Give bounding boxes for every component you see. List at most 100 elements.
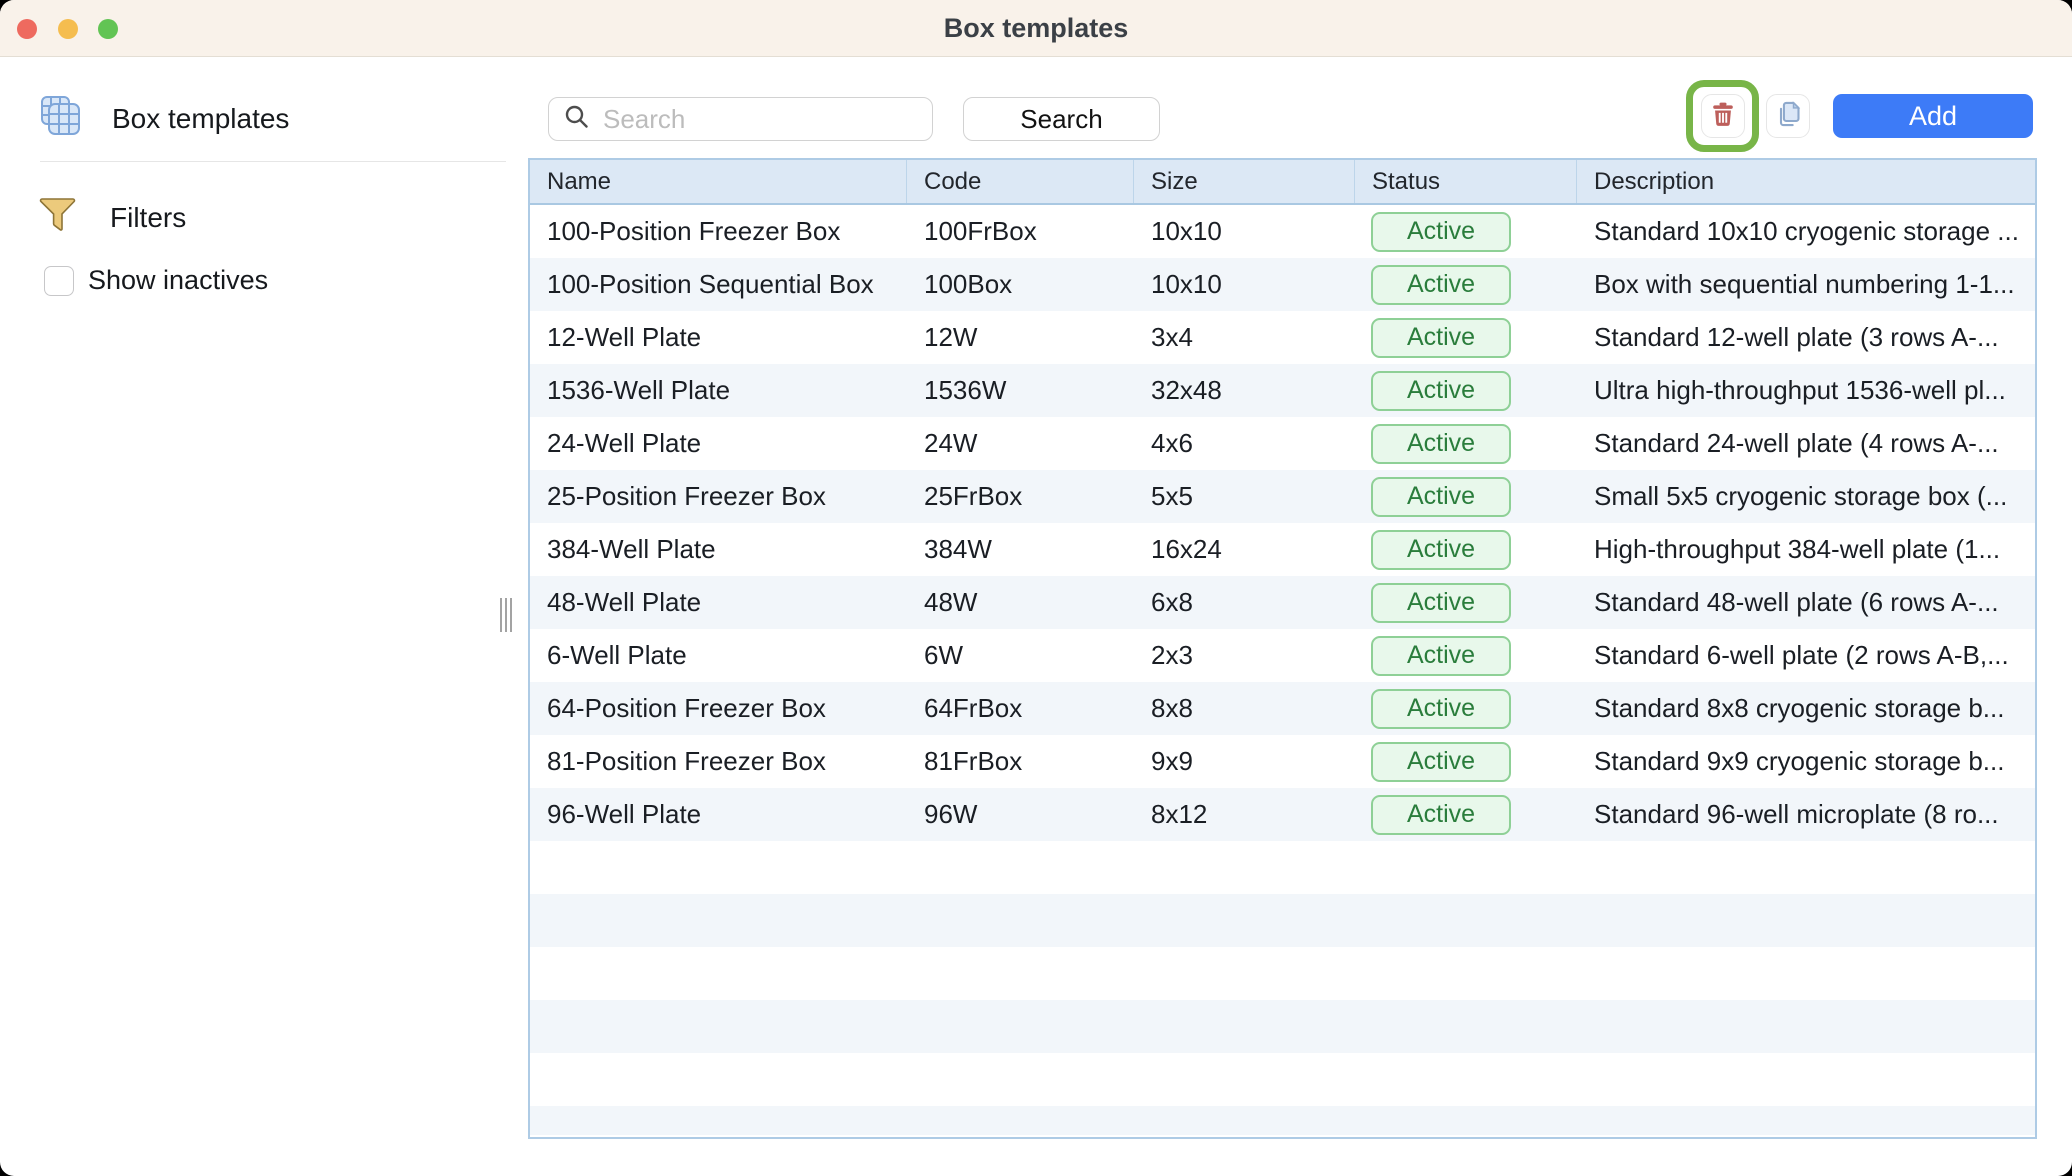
cell-name: 1536-Well Plate xyxy=(530,375,907,406)
column-header-description[interactable]: Description xyxy=(1577,160,2035,203)
cell-code: 12W xyxy=(907,322,1134,353)
status-badge: Active xyxy=(1371,424,1511,464)
cell-description: Standard 6-well plate (2 rows A-B,... xyxy=(1577,640,2035,671)
cell-code: 100FrBox xyxy=(907,216,1134,247)
table-row[interactable]: 25-Position Freezer Box 25FrBox 5x5 Acti… xyxy=(530,470,2035,523)
table-row[interactable]: 64-Position Freezer Box 64FrBox 8x8 Acti… xyxy=(530,682,2035,735)
status-badge: Active xyxy=(1371,530,1511,570)
cell-code: 48W xyxy=(907,587,1134,618)
cell-status: Active xyxy=(1355,265,1577,305)
cell-description: Small 5x5 cryogenic storage box (... xyxy=(1577,481,2035,512)
app-window: Box templates Box templates xyxy=(0,0,2072,1176)
cell-code: 100Box xyxy=(907,269,1134,300)
box-grid-icon xyxy=(40,95,82,142)
table-row[interactable]: 100-Position Sequential Box 100Box 10x10… xyxy=(530,258,2035,311)
table-row[interactable]: 12-Well Plate 12W 3x4 Active Standard 12… xyxy=(530,311,2035,364)
status-badge: Active xyxy=(1371,636,1511,676)
table-row[interactable]: 100-Position Freezer Box 100FrBox 10x10 … xyxy=(530,205,2035,258)
cell-size: 3x4 xyxy=(1134,322,1355,353)
cell-name: 24-Well Plate xyxy=(530,428,907,459)
cell-description: High-throughput 384-well plate (1... xyxy=(1577,534,2035,565)
cell-name: 64-Position Freezer Box xyxy=(530,693,907,724)
cell-status: Active xyxy=(1355,689,1577,729)
status-badge: Active xyxy=(1371,477,1511,517)
cell-size: 2x3 xyxy=(1134,640,1355,671)
search-button[interactable]: Search xyxy=(963,97,1160,141)
cell-description: Ultra high-throughput 1536-well pl... xyxy=(1577,375,2035,406)
cell-status: Active xyxy=(1355,477,1577,517)
titlebar: Box templates xyxy=(0,0,2072,57)
cell-description: Standard 24-well plate (4 rows A-... xyxy=(1577,428,2035,459)
status-badge: Active xyxy=(1371,583,1511,623)
cell-size: 8x12 xyxy=(1134,799,1355,830)
table-row[interactable]: 81-Position Freezer Box 81FrBox 9x9 Acti… xyxy=(530,735,2035,788)
cell-status: Active xyxy=(1355,371,1577,411)
table-row[interactable]: 6-Well Plate 6W 2x3 Active Standard 6-we… xyxy=(530,629,2035,682)
templates-table: Name Code Size Status Description 100-Po… xyxy=(528,158,2037,1139)
search-input[interactable]: Search xyxy=(548,97,933,141)
status-badge: Active xyxy=(1371,212,1511,252)
table-row[interactable]: 384-Well Plate 384W 16x24 Active High-th… xyxy=(530,523,2035,576)
status-badge: Active xyxy=(1371,795,1511,835)
cell-name: 6-Well Plate xyxy=(530,640,907,671)
cell-name: 81-Position Freezer Box xyxy=(530,746,907,777)
cell-size: 4x6 xyxy=(1134,428,1355,459)
cell-size: 6x8 xyxy=(1134,587,1355,618)
status-badge: Active xyxy=(1371,265,1511,305)
column-header-status[interactable]: Status xyxy=(1355,160,1577,203)
cell-size: 8x8 xyxy=(1134,693,1355,724)
cell-code: 64FrBox xyxy=(907,693,1134,724)
sidebar-title: Box templates xyxy=(112,103,289,135)
column-header-name[interactable]: Name xyxy=(530,160,907,203)
cell-size: 32x48 xyxy=(1134,375,1355,406)
cell-name: 384-Well Plate xyxy=(530,534,907,565)
cell-status: Active xyxy=(1355,530,1577,570)
cell-description: Standard 9x9 cryogenic storage b... xyxy=(1577,746,2035,777)
cell-status: Active xyxy=(1355,795,1577,835)
status-badge: Active xyxy=(1371,371,1511,411)
table-row[interactable]: 48-Well Plate 48W 6x8 Active Standard 48… xyxy=(530,576,2035,629)
status-badge: Active xyxy=(1371,318,1511,358)
cell-size: 10x10 xyxy=(1134,216,1355,247)
status-badge: Active xyxy=(1371,689,1511,729)
cell-code: 96W xyxy=(907,799,1134,830)
sidebar-divider xyxy=(40,161,506,162)
show-inactives-label: Show inactives xyxy=(88,265,268,296)
cell-code: 384W xyxy=(907,534,1134,565)
cell-code: 24W xyxy=(907,428,1134,459)
screenshot-stage: Box templates Box templates xyxy=(0,0,2072,1176)
cell-name: 48-Well Plate xyxy=(530,587,907,618)
copy-pages-icon xyxy=(1774,100,1802,133)
cell-status: Active xyxy=(1355,583,1577,623)
cell-code: 25FrBox xyxy=(907,481,1134,512)
cell-description: Standard 96-well microplate (8 ro... xyxy=(1577,799,2035,830)
table-row[interactable]: 24-Well Plate 24W 4x6 Active Standard 24… xyxy=(530,417,2035,470)
cell-code: 6W xyxy=(907,640,1134,671)
search-icon xyxy=(563,103,591,136)
cell-description: Standard 48-well plate (6 rows A-... xyxy=(1577,587,2035,618)
cell-status: Active xyxy=(1355,636,1577,676)
search-placeholder: Search xyxy=(603,104,685,135)
cell-name: 100-Position Freezer Box xyxy=(530,216,907,247)
sidebar-resize-handle[interactable] xyxy=(500,598,512,632)
delete-button[interactable] xyxy=(1701,94,1745,138)
cell-size: 5x5 xyxy=(1134,481,1355,512)
add-button[interactable]: Add xyxy=(1833,94,2033,138)
table-row[interactable]: 1536-Well Plate 1536W 32x48 Active Ultra… xyxy=(530,364,2035,417)
column-header-size[interactable]: Size xyxy=(1134,160,1355,203)
cell-description: Standard 10x10 cryogenic storage ... xyxy=(1577,216,2035,247)
cell-name: 12-Well Plate xyxy=(530,322,907,353)
cell-description: Standard 8x8 cryogenic storage b... xyxy=(1577,693,2035,724)
column-header-code[interactable]: Code xyxy=(907,160,1134,203)
cell-code: 81FrBox xyxy=(907,746,1134,777)
duplicate-button[interactable] xyxy=(1766,94,1810,138)
show-inactives-checkbox[interactable] xyxy=(44,266,74,296)
cell-code: 1536W xyxy=(907,375,1134,406)
cell-name: 100-Position Sequential Box xyxy=(530,269,907,300)
cell-description: Box with sequential numbering 1-1... xyxy=(1577,269,2035,300)
table-row[interactable]: 96-Well Plate 96W 8x12 Active Standard 9… xyxy=(530,788,2035,841)
cell-name: 25-Position Freezer Box xyxy=(530,481,907,512)
cell-description: Standard 12-well plate (3 rows A-... xyxy=(1577,322,2035,353)
cell-name: 96-Well Plate xyxy=(530,799,907,830)
trash-icon xyxy=(1709,100,1737,133)
